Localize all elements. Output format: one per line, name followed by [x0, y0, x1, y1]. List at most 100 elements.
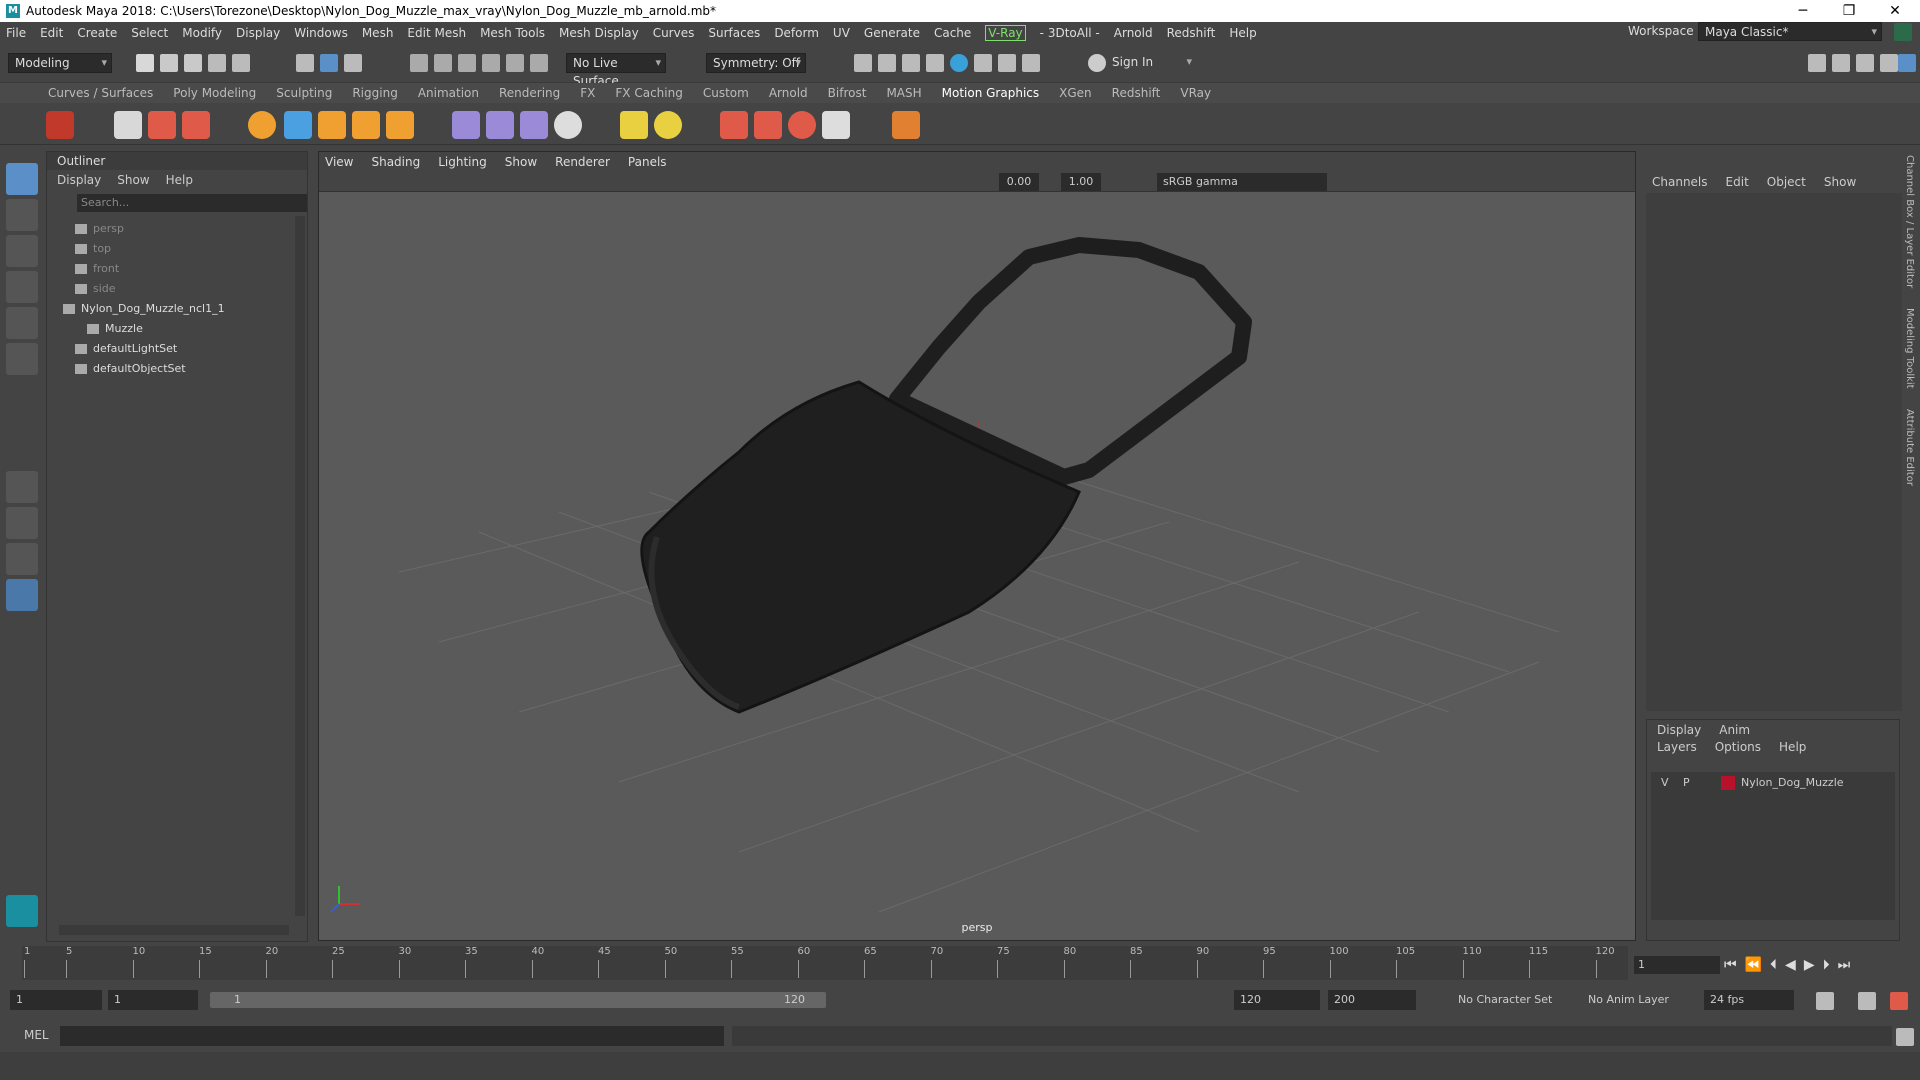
- step-back-key-icon[interactable]: ⏪: [1745, 957, 1762, 973]
- render-frame-icon[interactable]: [854, 54, 872, 72]
- shelf-tab-vray[interactable]: VRay: [1180, 86, 1211, 100]
- layer-menu-options[interactable]: Options: [1715, 740, 1761, 754]
- viewport-menu-view[interactable]: View: [325, 155, 353, 169]
- lock-icon[interactable]: [1894, 23, 1912, 41]
- outliner-item[interactable]: persp: [75, 220, 124, 238]
- shelf-tab-rendering[interactable]: Rendering: [499, 86, 560, 100]
- layer-row[interactable]: V P Nylon_Dog_Muzzle: [1651, 776, 1895, 792]
- outliner-layout-icon[interactable]: [6, 579, 38, 611]
- snap-grid-icon[interactable]: [410, 54, 428, 72]
- menu-vray[interactable]: V-Ray: [985, 24, 1026, 41]
- menu-display[interactable]: Display: [236, 26, 280, 40]
- select-by-component-icon[interactable]: [344, 54, 362, 72]
- character-set-dropdown[interactable]: No Character Set: [1452, 990, 1564, 1010]
- shelf-tab-arnold[interactable]: Arnold: [769, 86, 808, 100]
- menu-help[interactable]: Help: [1229, 26, 1256, 40]
- four-view-icon[interactable]: [6, 507, 38, 539]
- layer-visibility-toggle[interactable]: V: [1661, 776, 1669, 789]
- menu-arnold[interactable]: Arnold: [1114, 26, 1153, 40]
- start-time-field[interactable]: 1: [10, 990, 102, 1010]
- outliner-item[interactable]: top: [75, 240, 111, 258]
- menu-select[interactable]: Select: [131, 26, 168, 40]
- outliner-item[interactable]: front: [75, 260, 119, 278]
- shirt-icon[interactable]: [754, 111, 782, 139]
- two-view-icon[interactable]: [6, 543, 38, 575]
- anim-layer-dropdown[interactable]: No Anim Layer: [1582, 990, 1682, 1010]
- menu-curves[interactable]: Curves: [653, 26, 695, 40]
- menu-mesh[interactable]: Mesh: [362, 26, 394, 40]
- outliner-vertical-scrollbar[interactable]: [295, 216, 305, 916]
- symmetry-dropdown[interactable]: Symmetry: Off: [706, 53, 806, 73]
- close-button[interactable]: ✕: [1872, 0, 1918, 22]
- shelf-tab-fx-caching[interactable]: FX Caching: [615, 86, 682, 100]
- plus-tool-icon[interactable]: [892, 111, 920, 139]
- anim-start-field[interactable]: 1: [108, 990, 198, 1010]
- scale-tool-icon[interactable]: [6, 343, 38, 375]
- lasso-tool-icon[interactable]: [6, 199, 38, 231]
- tool-settings-icon[interactable]: [1880, 54, 1898, 72]
- character-controls-icon[interactable]: [1832, 54, 1850, 72]
- snap-curve-icon[interactable]: [434, 54, 452, 72]
- menu-modify[interactable]: Modify: [182, 26, 222, 40]
- layer-menu-help[interactable]: Help: [1779, 740, 1806, 754]
- outliner-item[interactable]: defaultObjectSet: [75, 360, 186, 378]
- end-time-field[interactable]: 120: [1234, 990, 1320, 1010]
- layer-tab-display[interactable]: Display: [1657, 723, 1701, 737]
- menu-deform[interactable]: Deform: [774, 26, 819, 40]
- exposure-field[interactable]: 0.00: [999, 173, 1039, 191]
- type-tool-icon[interactable]: [148, 111, 176, 139]
- shelf-tab-redshift[interactable]: Redshift: [1112, 86, 1161, 100]
- scene-view[interactable]: [319, 192, 1635, 936]
- list-icon[interactable]: [114, 111, 142, 139]
- minimize-button[interactable]: ─: [1780, 0, 1826, 22]
- outliner-item[interactable]: Nylon_Dog_Muzzle_ncl1_1: [63, 300, 225, 318]
- outliner-menu-display[interactable]: Display: [57, 173, 101, 187]
- render-settings-icon[interactable]: [926, 54, 944, 72]
- save-scene-icon[interactable]: [184, 54, 202, 72]
- outliner-search-input[interactable]: Search...: [77, 194, 307, 212]
- bend-deformer-icon[interactable]: [452, 111, 480, 139]
- menu-edit[interactable]: Edit: [40, 26, 63, 40]
- undo-icon[interactable]: [208, 54, 226, 72]
- viewport-menu-panels[interactable]: Panels: [628, 155, 667, 169]
- menu-generate[interactable]: Generate: [864, 26, 920, 40]
- twist-deformer-icon[interactable]: [486, 111, 514, 139]
- box-tool-icon[interactable]: [386, 111, 414, 139]
- layer-menu-layers[interactable]: Layers: [1657, 740, 1697, 754]
- shelf-tab-bifrost[interactable]: Bifrost: [828, 86, 867, 100]
- menu-windows[interactable]: Windows: [294, 26, 348, 40]
- play-forward-icon[interactable]: ▶: [1804, 957, 1815, 973]
- menu-mesh-display[interactable]: Mesh Display: [559, 26, 639, 40]
- object-menu[interactable]: Object: [1767, 175, 1806, 189]
- shelf-tab-rigging[interactable]: Rigging: [352, 86, 397, 100]
- menu-redshift[interactable]: Redshift: [1167, 26, 1216, 40]
- menu-3dtoall[interactable]: - 3DtoAll -: [1040, 26, 1100, 40]
- shelf-tab-mash[interactable]: MASH: [886, 86, 921, 100]
- mode-dropdown[interactable]: Modeling: [8, 53, 112, 73]
- auto-key-icon[interactable]: [1858, 992, 1876, 1010]
- anim-end-field[interactable]: 200: [1328, 990, 1416, 1010]
- shelf-tab-animation[interactable]: Animation: [418, 86, 479, 100]
- rotate-deformer-icon[interactable]: [554, 111, 582, 139]
- shelf-tab-xgen[interactable]: XGen: [1059, 86, 1092, 100]
- gamma-field[interactable]: 1.00: [1061, 173, 1101, 191]
- sun-light-icon[interactable]: [654, 111, 682, 139]
- sphere-icon[interactable]: [248, 111, 276, 139]
- wave-deformer-icon[interactable]: [520, 111, 548, 139]
- snap-point-icon[interactable]: [458, 54, 476, 72]
- area-light-icon[interactable]: [620, 111, 648, 139]
- workspace-dropdown[interactable]: Maya Classic*: [1698, 22, 1882, 41]
- menu-surfaces[interactable]: Surfaces: [708, 26, 760, 40]
- play-back-icon[interactable]: ◀: [1785, 957, 1796, 973]
- viewport-menu-shading[interactable]: Shading: [371, 155, 420, 169]
- svg-tool-icon[interactable]: [352, 111, 380, 139]
- command-language-label[interactable]: MEL: [24, 1028, 49, 1042]
- hand-icon[interactable]: [788, 111, 816, 139]
- menu-file[interactable]: File: [6, 26, 26, 40]
- range-bar[interactable]: 1 120: [210, 992, 826, 1008]
- side-tab-attribute-editor[interactable]: Attribute Editor: [1904, 409, 1915, 486]
- outliner-menu-show[interactable]: Show: [117, 173, 149, 187]
- move-tool-icon[interactable]: [6, 271, 38, 303]
- live-surface-dropdown[interactable]: No Live Surface: [566, 53, 666, 88]
- shelf-tab-poly-modeling[interactable]: Poly Modeling: [173, 86, 256, 100]
